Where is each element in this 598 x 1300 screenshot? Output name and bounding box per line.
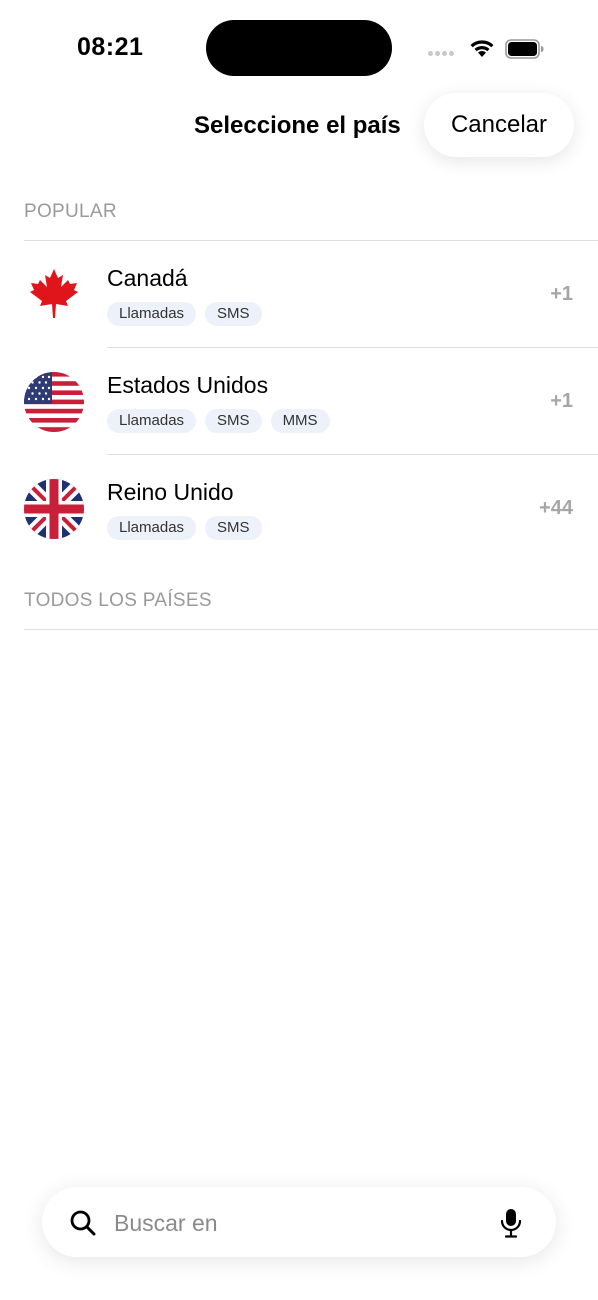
section-header-all-countries: TODOS LOS PAÍSES bbox=[24, 590, 212, 611]
tag-sms: SMS bbox=[205, 302, 262, 326]
usa-flag-icon bbox=[24, 372, 84, 432]
search-bar[interactable] bbox=[42, 1187, 556, 1257]
microphone-icon[interactable] bbox=[499, 1208, 523, 1238]
country-name: Estados Unidos bbox=[107, 372, 269, 398]
country-row-united-states[interactable]: Estados Unidos Llamadas SMS MMS +1 bbox=[0, 348, 598, 455]
country-name: Canadá bbox=[107, 265, 188, 291]
dial-code: +44 bbox=[539, 497, 573, 519]
tag-sms: SMS bbox=[205, 516, 262, 540]
status-bar: 08:21 bbox=[0, 0, 598, 90]
tag-calls: Llamadas bbox=[107, 302, 197, 326]
uk-flag-icon bbox=[24, 479, 84, 539]
dynamic-island bbox=[206, 20, 392, 76]
tag-sms: SMS bbox=[205, 409, 262, 433]
country-name: Reino Unido bbox=[107, 479, 234, 505]
tag-mms: MMS bbox=[270, 409, 330, 433]
capability-tags: Llamadas SMS MMS bbox=[107, 409, 330, 433]
country-row-canada[interactable]: Canadá Llamadas SMS +1 bbox=[0, 241, 598, 348]
search-input[interactable] bbox=[112, 1201, 486, 1245]
wifi-icon bbox=[470, 40, 494, 57]
canada-flag-icon bbox=[24, 265, 84, 325]
section-header-popular: POPULAR bbox=[24, 201, 117, 222]
dial-code: +1 bbox=[550, 390, 573, 412]
cellular-signal-icon bbox=[428, 51, 454, 56]
section-divider bbox=[24, 629, 598, 630]
capability-tags: Llamadas SMS bbox=[107, 516, 262, 540]
page-title: Seleccione el país bbox=[194, 112, 401, 139]
country-row-united-kingdom[interactable]: Reino Unido Llamadas SMS +44 bbox=[0, 455, 598, 562]
tag-calls: Llamadas bbox=[107, 516, 197, 540]
dial-code: +1 bbox=[550, 283, 573, 305]
status-time: 08:21 bbox=[77, 33, 144, 61]
cancel-button[interactable]: Cancelar bbox=[424, 93, 574, 157]
tag-calls: Llamadas bbox=[107, 409, 197, 433]
search-icon bbox=[70, 1210, 96, 1236]
capability-tags: Llamadas SMS bbox=[107, 302, 262, 326]
battery-icon bbox=[505, 39, 544, 59]
